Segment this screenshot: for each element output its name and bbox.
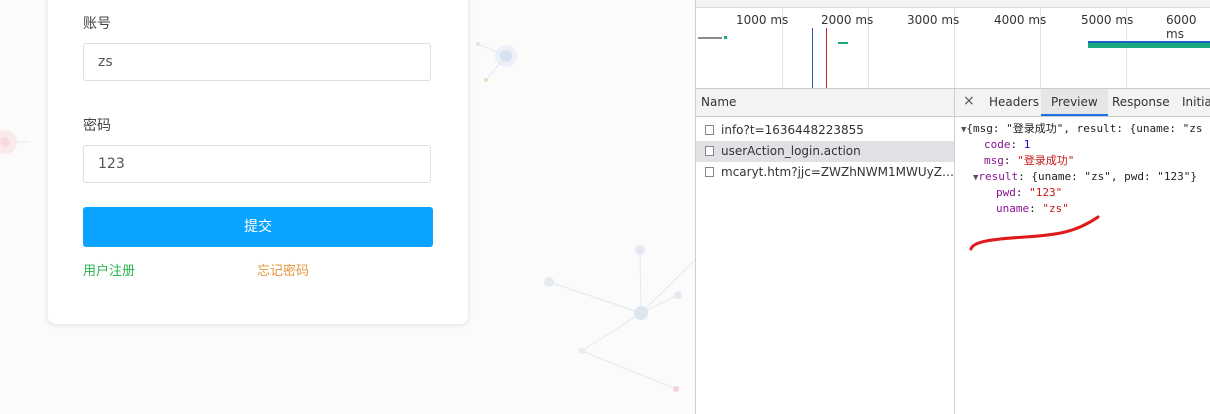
forgot-password-link[interactable]: 忘记密码: [257, 260, 309, 279]
password-input[interactable]: 123: [83, 145, 431, 183]
request-row[interactable]: info?t=1636448223855: [696, 120, 954, 141]
request-detail-pane: × Headers Preview Response Initiat ▼{msg…: [955, 89, 1210, 414]
timeline-tick: 5000 ms: [1081, 13, 1134, 27]
request-row-selected[interactable]: userAction_login.action: [696, 141, 954, 162]
request-name: mcaryt.htm?jjc=ZWZhNWM1MWUyZGN...: [721, 165, 954, 179]
register-link[interactable]: 用户注册: [83, 260, 135, 279]
password-label: 密码: [83, 118, 111, 134]
timeline-request-bar: [724, 36, 727, 39]
timeline-top-strip: [696, 0, 1210, 8]
timeline-tick: 1000 ms: [736, 13, 789, 27]
account-label: 账号: [83, 16, 111, 32]
request-list: Name info?t=1636448223855 userAction_log…: [696, 89, 955, 414]
request-name: info?t=1636448223855: [721, 123, 864, 137]
network-timeline-overview[interactable]: 1000 ms 2000 ms 3000 ms 4000 ms 5000 ms …: [696, 0, 1210, 89]
document-icon: [705, 125, 714, 135]
timeline-request-bar: [698, 37, 722, 39]
devtools-network-panel: 1000 ms 2000 ms 3000 ms 4000 ms 5000 ms …: [695, 0, 1210, 414]
timeline-tick: 3000 ms: [907, 13, 960, 27]
submit-button[interactable]: 提交: [83, 207, 433, 247]
red-annotation-scribble: [969, 215, 1100, 251]
request-name: userAction_login.action: [721, 144, 861, 158]
request-row[interactable]: mcaryt.htm?jjc=ZWZhNWM1MWUyZGN...: [696, 162, 954, 183]
timeline-tick: 4000 ms: [994, 13, 1047, 27]
timeline-domcontentloaded-line: [812, 28, 813, 88]
name-column-header[interactable]: Name: [696, 89, 954, 117]
login-page: 账号 zs 密码 123 提交 用户注册 忘记密码: [0, 0, 695, 414]
account-input[interactable]: zs: [83, 43, 431, 81]
timeline-tick: 6000 ms: [1166, 13, 1197, 41]
timeline-load-line: [826, 28, 827, 88]
timeline-request-bar: [1088, 41, 1210, 48]
login-card: 账号 zs 密码 123 提交 用户注册 忘记密码: [48, 0, 468, 324]
timeline-request-bar: [838, 42, 848, 44]
document-icon: [705, 167, 714, 177]
timeline-tick: 2000 ms: [821, 13, 874, 27]
document-icon: [705, 146, 714, 156]
